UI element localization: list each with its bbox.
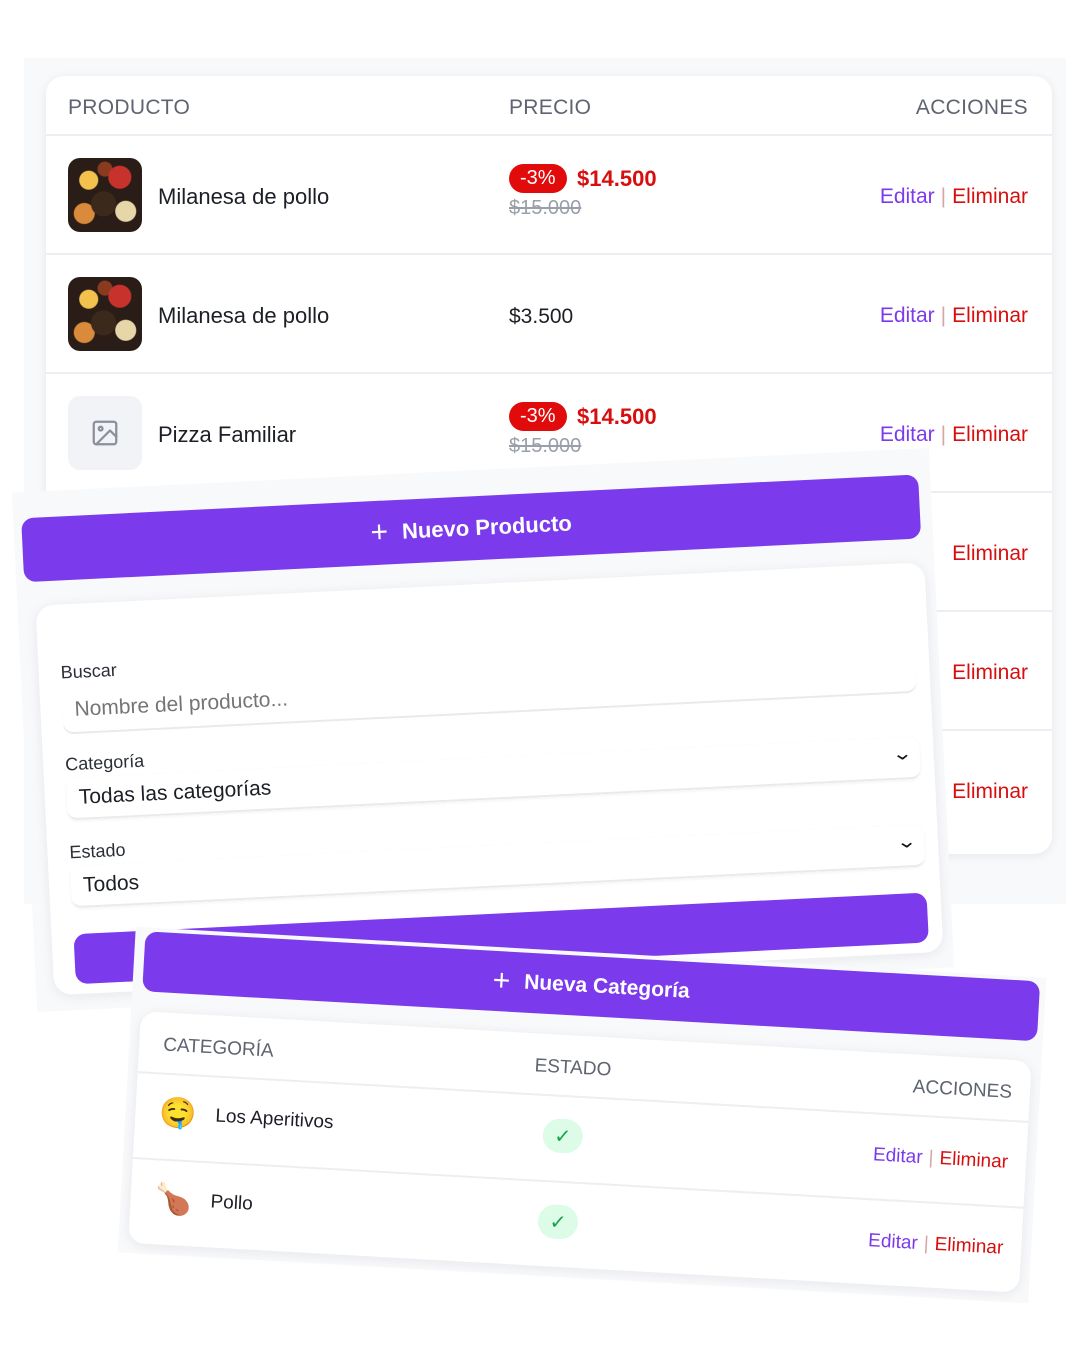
delete-link[interactable]: Eliminar [952, 423, 1028, 446]
row-actions: Eliminar [952, 542, 1028, 566]
column-header-actions: ACCIONES [915, 96, 1028, 119]
row-actions: Editar | Eliminar [880, 423, 1028, 447]
product-name: Milanesa de pollo [158, 184, 330, 209]
delete-link[interactable]: Eliminar [952, 542, 1028, 565]
categories-table: CATEGORÍA ESTADO ACCIONES 🤤 Los Aperitiv… [128, 1011, 1032, 1293]
row-actions: Editar | Eliminar [868, 1230, 1004, 1260]
product-name: Pizza Familiar [158, 422, 297, 447]
category-select[interactable]: Todas las categorías ⌄ [65, 736, 921, 821]
status-active-icon: ✓ [541, 1117, 584, 1155]
column-header-product: PRODUCTO [68, 96, 191, 119]
new-product-button[interactable]: + Nuevo Producto [21, 474, 922, 583]
search-label: Buscar [60, 659, 118, 683]
column-header-actions: ACCIONES [912, 1076, 1013, 1103]
delete-link[interactable]: Eliminar [939, 1148, 1009, 1173]
product-image [68, 158, 142, 232]
category-label: Categoría [64, 750, 145, 775]
action-separator: | [940, 423, 947, 446]
product-price: -3% $14.500 $15.000 [509, 402, 657, 458]
edit-link[interactable]: Editar [880, 185, 935, 208]
row-actions: Eliminar [952, 780, 1028, 804]
edit-link[interactable]: Editar [868, 1230, 919, 1254]
plus-icon: + [491, 963, 512, 998]
chevron-down-icon: ⌄ [895, 830, 918, 852]
column-header-category: CATEGORÍA [162, 1034, 275, 1062]
search-input[interactable] [73, 657, 905, 722]
original-price: $15.000 [509, 197, 582, 219]
row-actions: Editar | Eliminar [872, 1144, 1008, 1174]
delete-link[interactable]: Eliminar [934, 1234, 1004, 1259]
product-price: $3.500 [509, 305, 574, 328]
category-emoji-icon: 🍗 [153, 1182, 193, 1218]
new-category-label: Nueva Categoría [523, 970, 691, 1003]
status-label: Estado [68, 839, 126, 863]
sale-price: $14.500 [577, 403, 657, 429]
status-select-value: Todos [82, 870, 140, 897]
delete-link[interactable]: Eliminar [952, 185, 1028, 208]
product-name: Milanesa de pollo [158, 303, 330, 328]
status-select[interactable]: Todos ⌄ [70, 824, 926, 909]
chevron-down-icon: ⌄ [891, 743, 914, 765]
status-active-icon: ✓ [537, 1203, 579, 1240]
discount-badge: -3% [509, 402, 567, 431]
row-actions: Editar | Eliminar [880, 304, 1028, 328]
action-separator: | [940, 304, 947, 327]
discount-badge: -3% [509, 164, 567, 193]
plus-icon: + [369, 515, 389, 550]
edit-link[interactable]: Editar [880, 423, 935, 446]
delete-link[interactable]: Eliminar [952, 661, 1028, 684]
search-field[interactable] [62, 649, 917, 733]
action-separator: | [927, 1147, 935, 1169]
products-table-header: PRODUCTO PRECIO ACCIONES [46, 76, 1052, 136]
row-actions: Editar | Eliminar [880, 185, 1028, 209]
categories-card: + Nueva Categoría CATEGORÍA ESTADO ACCIO… [117, 926, 1047, 1304]
product-image [68, 277, 142, 351]
table-row: Milanesa de pollo $3.500 Editar | Eliminar [46, 255, 1052, 374]
sale-price: $14.500 [577, 165, 657, 191]
delete-link[interactable]: Eliminar [952, 780, 1028, 803]
category-name: Pollo [209, 1191, 254, 1215]
new-product-label: Nuevo Producto [401, 510, 573, 544]
column-header-status: ESTADO [534, 1055, 612, 1081]
delete-link[interactable]: Eliminar [952, 304, 1028, 327]
edit-link[interactable]: Editar [872, 1144, 923, 1168]
original-price: $15.000 [509, 435, 582, 457]
image-placeholder-icon [68, 396, 142, 470]
category-emoji-icon: 🤤 [158, 1096, 198, 1132]
row-actions: Eliminar [952, 661, 1028, 685]
column-header-price: PRECIO [509, 96, 592, 119]
table-row: Milanesa de pollo -3% $14.500 $15.000 Ed… [46, 136, 1052, 255]
product-price: -3% $14.500 $15.000 [509, 164, 657, 220]
edit-link[interactable]: Editar [880, 304, 935, 327]
category-name: Los Aperitivos [214, 1105, 335, 1134]
action-separator: | [940, 185, 947, 208]
action-separator: | [923, 1233, 930, 1255]
category-select-value: Todas las categorías [78, 776, 272, 809]
